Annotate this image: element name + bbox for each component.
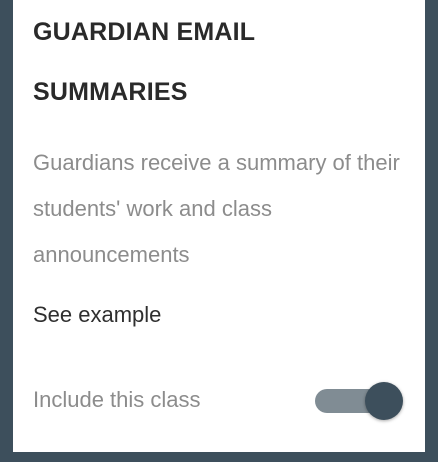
guardian-email-summaries-card: GUARDIAN EMAIL SUMMARIES Guardians recei… (13, 0, 425, 452)
section-description: Guardians receive a summary of their stu… (33, 150, 400, 267)
include-class-row: Include this class (33, 380, 405, 420)
section-title: GUARDIAN EMAIL SUMMARIES (33, 18, 255, 106)
see-example-link[interactable]: See example (33, 300, 405, 330)
include-class-label: Include this class (33, 387, 201, 412)
toggle-thumb (365, 382, 403, 420)
include-class-toggle[interactable] (315, 382, 403, 420)
